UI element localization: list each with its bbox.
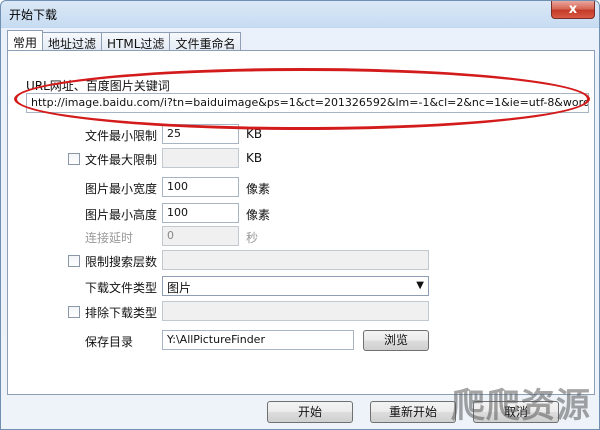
depth-label: 限制搜索层数 [85, 255, 158, 269]
url-label: URL网址、百度图片关键词 [26, 79, 170, 93]
min-file-input[interactable]: 25 [162, 124, 239, 144]
max-file-unit: KB [246, 151, 263, 165]
file-type-value: 图片 [167, 281, 192, 295]
save-dir-label: 保存目录 [85, 335, 134, 349]
delay-input[interactable]: 0 [162, 226, 239, 246]
tab-address-filter[interactable]: 地址过滤 [42, 32, 103, 51]
exclude-type-input[interactable] [162, 301, 429, 321]
max-file-input[interactable] [162, 148, 239, 168]
min-file-unit: KB [246, 127, 263, 141]
tab-general[interactable]: 常用 [7, 30, 44, 50]
browse-button[interactable]: 浏览 [363, 330, 429, 351]
exclude-type-checkbox[interactable] [68, 306, 80, 318]
start-button[interactable]: 开始 [267, 401, 353, 423]
tab-file-rename[interactable]: 文件重命名 [169, 32, 242, 51]
depth-checkbox[interactable] [68, 255, 80, 267]
min-height-unit: 像素 [246, 208, 271, 222]
url-input[interactable]: http://image.baidu.com/i?tn=baiduimage&p… [26, 93, 589, 113]
delay-label: 连接延时 [85, 231, 134, 245]
delay-unit: 秒 [246, 231, 259, 245]
min-height-label: 图片最小高度 [85, 208, 158, 222]
title-bar: 开始下载 x [1, 1, 599, 27]
download-dialog: 开始下载 x 常用 地址过滤 HTML过滤 文件重命名 URL网址、百度图片关键… [0, 0, 600, 430]
save-dir-input[interactable]: Y:\AllPictureFinder [162, 330, 354, 350]
file-type-label: 下载文件类型 [85, 281, 158, 295]
min-width-label: 图片最小宽度 [85, 182, 158, 196]
close-icon: x [568, 2, 578, 17]
min-height-input[interactable]: 100 [162, 203, 239, 223]
watermark: 爬爬资源 [451, 386, 591, 426]
min-width-input[interactable]: 100 [162, 177, 239, 197]
min-width-unit: 像素 [246, 182, 271, 196]
chevron-down-icon: ▼ [416, 280, 424, 291]
max-file-checkbox[interactable] [68, 153, 80, 165]
exclude-type-label: 排除下载类型 [85, 306, 158, 320]
window-title: 开始下载 [9, 8, 58, 22]
max-file-label: 文件最大限制 [85, 153, 158, 167]
tab-html-filter[interactable]: HTML过滤 [101, 32, 171, 51]
restart-button[interactable]: 重新开始 [370, 401, 456, 423]
min-file-label: 文件最小限制 [85, 129, 158, 143]
tab-strip: 常用 地址过滤 HTML过滤 文件重命名 [7, 30, 242, 51]
close-button[interactable]: x [551, 1, 595, 19]
depth-input[interactable] [162, 250, 429, 270]
file-type-select[interactable]: 图片 ▼ [162, 276, 429, 296]
